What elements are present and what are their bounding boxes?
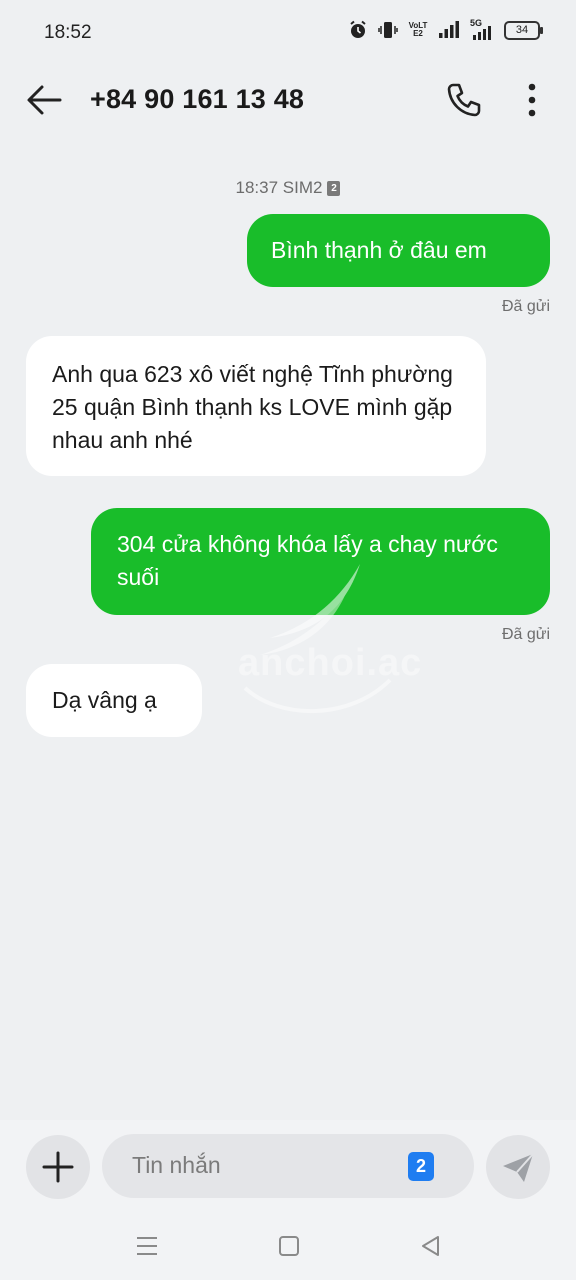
message-text: Anh qua 623 xô viết nghệ Tĩnh phường 25 … — [52, 361, 453, 453]
message-bubble-received[interactable]: Dạ vâng ạ — [26, 664, 202, 737]
contact-number: +84 90 161 13 48 — [90, 84, 305, 114]
app-bar: +84 90 161 13 48 — [0, 64, 576, 136]
status-icons: VoLTE2 5G 34 — [348, 18, 543, 40]
battery-icon: 34 — [504, 20, 543, 40]
phone-icon — [447, 83, 481, 117]
delivery-status: Đã gửi — [501, 626, 550, 643]
home-button[interactable] — [275, 1232, 303, 1260]
add-attachment-button[interactable] — [26, 1135, 90, 1199]
back-button[interactable] — [24, 80, 64, 120]
arrow-left-icon — [27, 85, 62, 115]
timestamp-text: 18:37 SIM2 — [235, 178, 323, 197]
delivery-status: Đã gửi — [501, 298, 550, 315]
sim-badge-icon: 2 — [327, 181, 341, 196]
message-text: 304 cửa không khóa lấy a chay nước suối — [117, 531, 498, 590]
plus-icon — [42, 1151, 74, 1183]
call-button[interactable] — [444, 80, 484, 120]
timestamp: 18:37 SIM2 2 — [0, 178, 576, 198]
message-input-placeholder: Tin nhắn — [132, 1152, 221, 1178]
alarm-icon — [350, 20, 366, 38]
send-button[interactable] — [486, 1135, 550, 1199]
5g-signal-icon: 5G — [470, 18, 494, 40]
menu-icon — [137, 1237, 157, 1255]
volte-label: VoLTE2 — [408, 21, 428, 38]
system-navigation-bar — [0, 1210, 576, 1280]
recents-button[interactable] — [133, 1232, 161, 1260]
message-bubble-sent[interactable]: 304 cửa không khóa lấy a chay nước suối — [91, 508, 550, 615]
status-time: 18:52 — [44, 22, 92, 43]
message-text: Bình thạnh ở đâu em — [271, 237, 487, 263]
battery-level: 34 — [515, 23, 529, 36]
volte-icon: VoLTE2 — [408, 22, 428, 38]
square-icon — [279, 1236, 299, 1256]
sim-selector-button[interactable]: 2 — [408, 1152, 434, 1181]
message-input[interactable]: Tin nhắn 2 — [102, 1134, 474, 1198]
message-bubble-received[interactable]: Anh qua 623 xô viết nghệ Tĩnh phường 25 … — [26, 336, 486, 476]
more-options-button[interactable] — [514, 80, 550, 120]
composer-bar: Tin nhắn 2 — [0, 1120, 576, 1210]
signal-icon — [439, 21, 459, 38]
more-vertical-icon — [528, 83, 536, 117]
message-text: Dạ vâng ạ — [52, 687, 157, 713]
triangle-back-icon — [422, 1236, 439, 1256]
watermark-text: anchoi.ac — [238, 642, 423, 684]
message-bubble-sent[interactable]: Bình thạnh ở đâu em — [247, 214, 550, 287]
send-icon — [503, 1153, 534, 1182]
vibrate-icon — [378, 22, 398, 38]
nav-back-button[interactable] — [417, 1232, 445, 1260]
status-bar: 18:52 VoLTE2 5G 34 — [0, 0, 576, 64]
